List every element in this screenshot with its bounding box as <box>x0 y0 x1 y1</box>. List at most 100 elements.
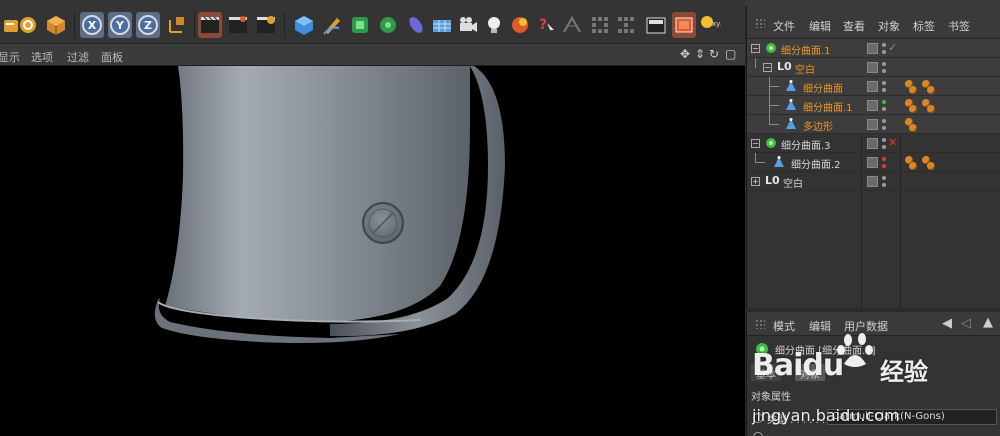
om-menu-file[interactable]: 文件 <box>773 18 795 34</box>
material-tag-icon[interactable] <box>909 86 917 94</box>
am-menu-user-data[interactable]: 用户数据 <box>844 318 888 334</box>
undo-icon[interactable] <box>16 12 40 38</box>
workplane-icon[interactable] <box>614 12 638 38</box>
back-arrow-icon[interactable]: ◀ <box>942 316 952 331</box>
om-menu-object[interactable]: 对象 <box>878 18 900 34</box>
material-tag-icon[interactable] <box>909 105 917 113</box>
viewport-rotate-icon[interactable]: ↻ <box>709 47 719 61</box>
panel-grip-icon[interactable] <box>755 18 765 28</box>
enabled-check-icon[interactable]: ✓ <box>888 41 897 54</box>
light-bulb-icon[interactable] <box>482 12 506 38</box>
viewport-menu-filter[interactable]: 过滤 <box>67 49 89 65</box>
3d-viewport[interactable] <box>0 66 745 436</box>
3d-model-render <box>154 66 505 343</box>
material-sphere-icon[interactable] <box>508 12 532 38</box>
render-settings-icon[interactable] <box>254 12 278 38</box>
object-row[interactable]: − L0 空白 <box>747 58 1000 77</box>
object-name[interactable]: 多边形 <box>803 118 833 133</box>
material-tag-icon[interactable] <box>909 162 917 170</box>
camera-icon[interactable] <box>456 12 480 38</box>
editor-visibility-icon[interactable] <box>867 119 878 130</box>
z-axis-button[interactable]: Z <box>136 12 160 38</box>
type-label: 类型 . . . . . . <box>767 415 826 426</box>
attribute-title: 细分曲面 [细分曲面.1] <box>775 346 876 357</box>
om-menu-edit[interactable]: 编辑 <box>809 18 831 34</box>
editor-visibility-icon[interactable] <box>867 43 878 54</box>
render-to-picture-viewer-icon[interactable] <box>226 12 250 38</box>
section-heading: 对象属性 <box>751 392 791 403</box>
panel-grip-icon[interactable] <box>755 319 765 329</box>
pen-spline-icon[interactable] <box>320 12 344 38</box>
editor-visibility-icon[interactable] <box>867 176 878 187</box>
layout-window-icon[interactable] <box>672 12 696 38</box>
object-name[interactable]: 细分曲面.2 <box>791 156 841 171</box>
subdivision-surface-icon[interactable] <box>348 12 372 38</box>
editor-visibility-icon[interactable] <box>867 138 878 149</box>
cube-tool-icon[interactable] <box>44 12 68 38</box>
disabled-cross-icon[interactable]: ✕ <box>888 136 897 149</box>
subdivision-surface-icon <box>766 43 776 53</box>
om-menu-bookmark[interactable]: 书签 <box>948 18 970 34</box>
collapse-toggle-icon[interactable]: − <box>763 63 772 72</box>
am-menu-mode[interactable]: 模式 <box>773 318 795 334</box>
object-name[interactable]: 细分曲面.3 <box>781 137 831 152</box>
array-cloner-icon[interactable] <box>376 12 400 38</box>
forward-arrow-icon[interactable]: ◁ <box>961 316 971 331</box>
tab-basic[interactable]: 基本 <box>751 364 781 381</box>
am-menu-edit[interactable]: 编辑 <box>809 318 831 334</box>
floor-scene-icon[interactable] <box>430 12 454 38</box>
material-tag-icon[interactable] <box>927 105 935 113</box>
object-row[interactable]: 细分曲面.1 <box>747 96 1000 115</box>
viewport-menu-options[interactable]: 选项 <box>31 49 53 65</box>
expand-toggle-icon[interactable]: + <box>751 177 760 186</box>
material-tag-icon[interactable] <box>927 86 935 94</box>
object-name[interactable]: 空白 <box>795 61 815 76</box>
workplane-axes-icon[interactable]: xyz <box>698 12 722 38</box>
object-row[interactable]: 细分曲面.2 <box>747 153 1000 172</box>
coordinate-system-icon[interactable] <box>164 12 188 38</box>
snap-icon[interactable] <box>560 12 584 38</box>
collapse-toggle-icon[interactable]: − <box>751 139 760 148</box>
object-row[interactable]: + L0 空白 <box>747 172 1000 191</box>
object-row[interactable]: − 细分曲面.1 ✓ <box>747 39 1000 58</box>
object-name[interactable]: 空白 <box>783 175 803 190</box>
object-name[interactable]: 细分曲面.1 <box>781 42 831 57</box>
primitive-cube-icon[interactable] <box>292 12 316 38</box>
material-tag-icon[interactable] <box>909 124 917 132</box>
up-arrow-icon[interactable]: ▲ <box>983 315 993 330</box>
grid-snap-icon[interactable] <box>588 12 612 38</box>
material-tag-icon[interactable] <box>927 162 935 170</box>
om-menu-view[interactable]: 查看 <box>843 18 865 34</box>
object-row[interactable]: 细分曲面 <box>747 77 1000 96</box>
animate-radio[interactable] <box>753 413 763 423</box>
editor-visibility-icon[interactable] <box>867 157 878 168</box>
y-axis-button[interactable]: Y <box>108 12 132 38</box>
polygon-object-icon <box>774 156 784 167</box>
polygon-object-icon <box>786 80 796 91</box>
object-row[interactable]: 多边形 <box>747 115 1000 134</box>
animate-radio[interactable] <box>753 432 763 436</box>
timeline-icon[interactable] <box>644 12 668 38</box>
viewport-move-icon[interactable]: ✥ <box>680 47 690 61</box>
object-row[interactable]: − 细分曲面.3 ✕ <box>747 134 1000 153</box>
editor-visibility-icon[interactable] <box>867 81 878 92</box>
render-view-icon[interactable] <box>198 12 222 38</box>
viewport-zoom-icon[interactable]: ⇕ <box>695 47 705 61</box>
type-dropdown[interactable]: Catmull-Clark(N-Gons) <box>827 409 997 425</box>
deformer-icon[interactable] <box>404 12 428 38</box>
object-name[interactable]: 细分曲面.1 <box>803 99 853 114</box>
x-axis-button[interactable]: X <box>80 12 104 38</box>
om-menu-tag[interactable]: 标签 <box>913 18 935 34</box>
object-name[interactable]: 细分曲面 <box>803 80 843 95</box>
tab-object[interactable]: 对象 <box>795 364 825 381</box>
editor-visibility-icon[interactable] <box>867 100 878 111</box>
editor-visibility-icon[interactable] <box>867 62 878 73</box>
viewport-menu-panel[interactable]: 面板 <box>101 49 123 65</box>
x-axis-label: X <box>82 15 102 35</box>
viewport-maximize-icon[interactable]: ▢ <box>725 47 736 61</box>
help-cursor-icon[interactable]: ? <box>534 12 558 38</box>
object-list: − 细分曲面.1 ✓ − L0 空白 细分曲面 细分曲面.1 多边形 − 细分曲… <box>747 39 1000 308</box>
collapse-toggle-icon[interactable]: − <box>751 44 760 53</box>
viewport-menu-display[interactable]: 显示 <box>0 49 20 65</box>
polygon-object-icon <box>786 118 796 129</box>
